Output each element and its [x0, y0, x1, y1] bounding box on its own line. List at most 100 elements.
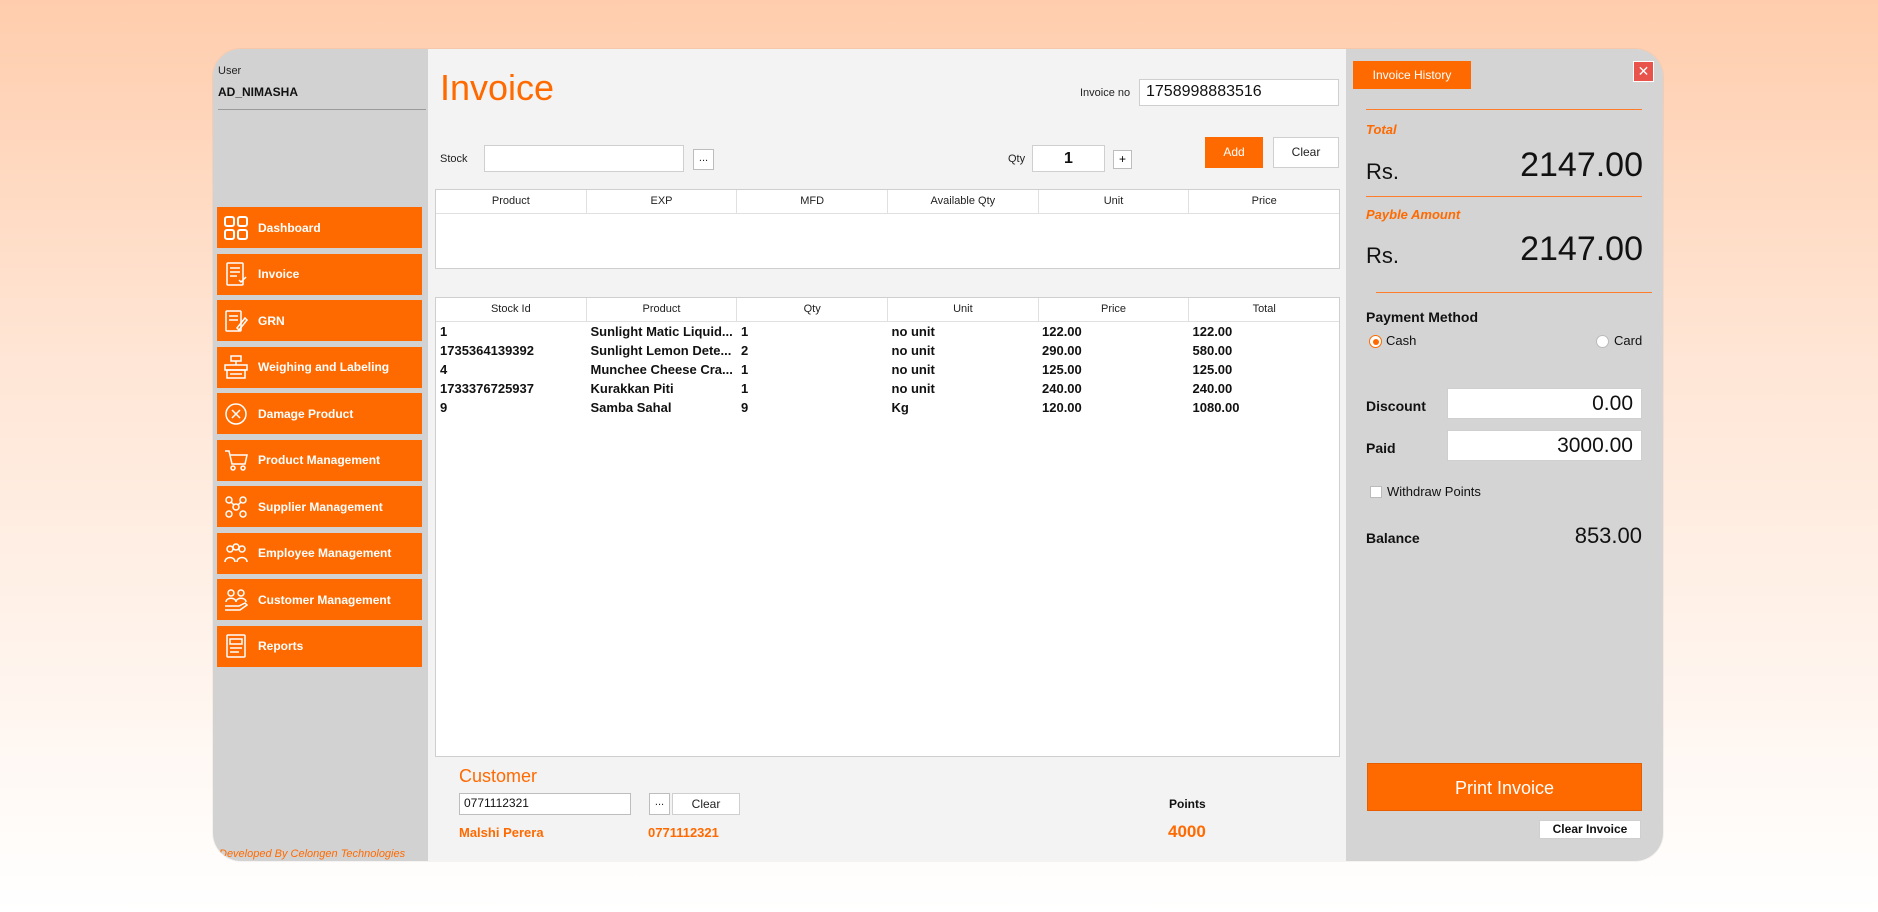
scale-icon — [222, 353, 250, 381]
stock-browse-button[interactable]: ... — [693, 149, 714, 170]
print-invoice-button[interactable]: Print Invoice — [1367, 763, 1642, 811]
app-window: User AD_NIMASHA Dashboard Invoice GRN We… — [213, 49, 1663, 861]
customer-phone-input[interactable]: 0771112321 — [459, 793, 631, 815]
user-name: AD_NIMASHA — [218, 85, 299, 99]
total-amount: 2147.00 — [1520, 146, 1643, 184]
cell-stock-id: 4 — [440, 362, 448, 377]
divider — [1376, 292, 1652, 293]
customer-browse-button[interactable]: ... — [649, 793, 670, 815]
cell-unit: no unit — [891, 362, 935, 377]
customer-clear-button[interactable]: Clear — [672, 793, 740, 815]
clear-stock-button[interactable]: Clear — [1273, 137, 1339, 168]
total-label: Total — [1366, 122, 1397, 137]
table-row[interactable]: 1 Sunlight Matic Liquid... 1 no unit 122… — [436, 322, 1339, 341]
withdraw-points-checkbox[interactable] — [1370, 486, 1382, 498]
table-row[interactable]: 1735364139392 Sunlight Lemon Dete... 2 n… — [436, 341, 1339, 360]
stock-table-header: Product EXP MFD Available Qty Unit Price — [436, 190, 1339, 214]
paid-label: Paid — [1366, 440, 1396, 456]
cell-stock-id: 1 — [440, 324, 448, 339]
withdraw-points-label: Withdraw Points — [1387, 484, 1481, 499]
sidebar-item-weighing[interactable]: Weighing and Labeling — [217, 346, 422, 388]
table-row[interactable]: 9 Samba Sahal 9 Kg 120.00 1080.00 — [436, 398, 1339, 417]
damage-icon — [222, 400, 250, 428]
close-button[interactable]: ✕ — [1633, 61, 1654, 82]
cell-unit: Kg — [891, 400, 909, 415]
cell-stock-id: 1735364139392 — [440, 343, 534, 358]
cell-product: Kurakkan Piti — [590, 381, 674, 396]
sidebar-item-label: Damage Product — [258, 406, 354, 421]
qty-label: Qty — [1008, 153, 1026, 165]
column-header[interactable]: Product — [587, 298, 738, 321]
cell-total: 240.00 — [1192, 381, 1233, 396]
cell-product: Munchee Cheese Cra... — [590, 362, 733, 377]
column-header[interactable]: Qty — [737, 298, 889, 321]
stock-input[interactable] — [484, 145, 684, 172]
sidebar-item-label: Product Management — [258, 453, 381, 467]
sidebar-item-label: GRN — [258, 313, 285, 328]
report-icon — [222, 632, 250, 660]
divider — [1366, 196, 1642, 197]
sidebar-item-employee[interactable]: Employee Management — [217, 532, 422, 574]
invoice-table-header: Stock Id Product Qty Unit Price Total — [436, 298, 1339, 322]
sidebar-item-invoice[interactable]: Invoice — [217, 253, 422, 295]
close-icon: ✕ — [1637, 63, 1650, 79]
cell-total: 580.00 — [1192, 343, 1233, 358]
cell-qty: 9 — [741, 400, 749, 415]
card-label: Card — [1614, 333, 1643, 348]
column-header[interactable]: Available Qty — [888, 190, 1039, 213]
sidebar-item-supplier[interactable]: Supplier Management — [217, 486, 422, 527]
column-header[interactable]: Price — [1189, 190, 1339, 213]
balance-label: Balance — [1366, 530, 1420, 546]
invoice-no-label: Invoice no — [1080, 87, 1131, 99]
clear-invoice-button[interactable]: Clear Invoice — [1539, 820, 1641, 839]
invoice-icon — [222, 260, 250, 288]
cash-radio[interactable] — [1369, 335, 1382, 348]
table-row[interactable]: 4 Munchee Cheese Cra... 1 no unit 125.00… — [436, 360, 1339, 379]
divider — [218, 109, 426, 110]
cell-total: 125.00 — [1192, 362, 1233, 377]
cell-price: 290.00 — [1042, 343, 1082, 358]
customer-icon — [222, 586, 250, 614]
column-header[interactable]: Unit — [888, 298, 1039, 321]
column-header[interactable]: Unit — [1039, 190, 1190, 213]
column-header[interactable]: Price — [1039, 298, 1190, 321]
stock-table[interactable]: Product EXP MFD Available Qty Unit Price — [435, 189, 1340, 269]
user-label: User — [218, 65, 242, 77]
balance-amount: 853.00 — [1574, 523, 1642, 548]
sidebar-item-label: Weighing and Labeling — [258, 360, 390, 374]
cash-label: Cash — [1386, 333, 1417, 348]
supplier-icon — [222, 493, 250, 521]
sidebar-item-damage[interactable]: Damage Product — [217, 393, 422, 434]
cell-stock-id: 1733376725937 — [440, 381, 534, 396]
paid-input[interactable]: 3000.00 — [1447, 430, 1642, 461]
sidebar-item-label: Supplier Management — [258, 499, 383, 514]
discount-input[interactable]: 0.00 — [1447, 388, 1642, 419]
points-value: 4000 — [1168, 822, 1206, 841]
total-currency: Rs. — [1366, 159, 1399, 184]
cell-unit: no unit — [891, 324, 935, 339]
cell-product: Sunlight Matic Liquid... — [590, 324, 733, 339]
qty-input[interactable]: 1 — [1032, 145, 1105, 172]
column-header[interactable]: EXP — [587, 190, 738, 213]
invoice-items-table[interactable]: Stock Id Product Qty Unit Price Total 1 … — [435, 297, 1340, 757]
cell-product: Sunlight Lemon Dete... — [590, 343, 732, 358]
sidebar-item-product[interactable]: Product Management — [217, 439, 422, 481]
cell-price: 122.00 — [1042, 324, 1082, 339]
sidebar-item-grn[interactable]: GRN — [217, 300, 422, 341]
column-header[interactable]: Stock Id — [436, 298, 587, 321]
column-header[interactable]: Product — [436, 190, 587, 213]
table-row[interactable]: 1733376725937 Kurakkan Piti 1 no unit 24… — [436, 379, 1339, 398]
invoice-history-button[interactable]: Invoice History — [1353, 61, 1471, 89]
sidebar-item-reports[interactable]: Reports — [217, 625, 422, 667]
invoice-no-field[interactable]: 1758998883516 — [1139, 79, 1339, 106]
sidebar-item-customer[interactable]: Customer Management — [217, 579, 422, 620]
sidebar-item-label: Employee Management — [258, 546, 392, 560]
card-radio[interactable] — [1596, 335, 1609, 348]
sidebar-item-dashboard[interactable]: Dashboard — [217, 207, 422, 248]
column-header[interactable]: MFD — [737, 190, 889, 213]
payment-method-label: Payment Method — [1366, 309, 1479, 325]
qty-increment-button[interactable]: + — [1113, 150, 1132, 169]
add-button[interactable]: Add — [1205, 137, 1263, 168]
column-header[interactable]: Total — [1189, 298, 1339, 321]
cell-total: 122.00 — [1192, 324, 1233, 339]
